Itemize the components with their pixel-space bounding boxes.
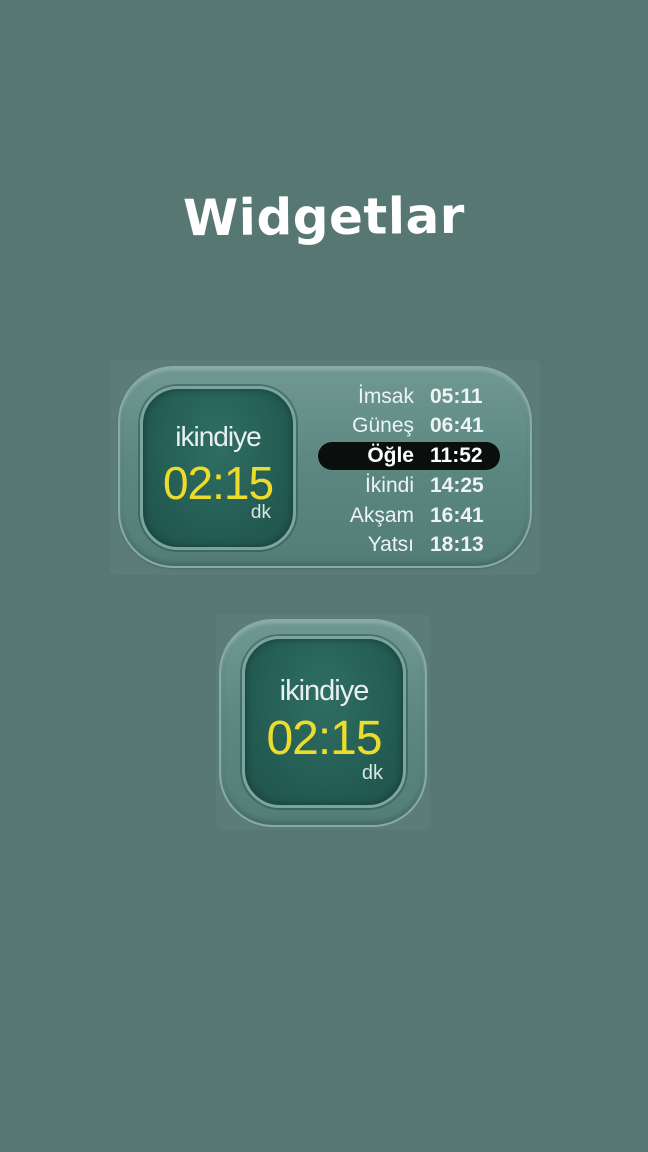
wide-widget-preview[interactable]: ikindiye 02:15 dk İmsak 05:11 Güneş 06:4… bbox=[118, 366, 532, 568]
prayer-name: Güneş bbox=[352, 414, 414, 437]
prayer-time: 16:41 bbox=[430, 504, 484, 527]
prayer-time-row-gunes: Güneş 06:41 bbox=[316, 411, 502, 441]
page-title: Widgetlar bbox=[182, 186, 466, 248]
countdown-label: ikindiye bbox=[279, 675, 370, 707]
prayer-name: Akşam bbox=[349, 504, 414, 527]
prayer-time: 14:25 bbox=[430, 474, 484, 497]
screen: Widgetlar ikindiye 02:15 dk İmsak 05:11 … bbox=[0, 0, 648, 1152]
countdown-panel: ikindiye 02:15 dk bbox=[242, 636, 406, 808]
prayer-times-list: İmsak 05:11 Güneş 06:41 Öğle 11:52 İkind… bbox=[316, 382, 502, 562]
prayer-name: İkindi bbox=[364, 474, 414, 497]
prayer-time: 11:52 bbox=[430, 444, 483, 467]
prayer-time-row-ikindi: İkindi 14:25 bbox=[316, 471, 502, 501]
prayer-time-row-imsak: İmsak 05:11 bbox=[316, 382, 502, 412]
countdown-unit: dk bbox=[361, 762, 383, 784]
prayer-name: Öğle bbox=[367, 444, 414, 467]
prayer-time: 05:11 bbox=[430, 385, 483, 408]
prayer-time: 06:41 bbox=[430, 414, 484, 437]
prayer-name: İmsak bbox=[357, 385, 414, 408]
countdown-time: 02:15 bbox=[266, 712, 382, 765]
prayer-name: Yatsı bbox=[367, 533, 414, 556]
prayer-time-row-aksam: Akşam 16:41 bbox=[316, 501, 502, 531]
countdown-panel: ikindiye 02:15 dk bbox=[140, 386, 296, 550]
countdown-label: ikindiye bbox=[175, 421, 261, 452]
prayer-time: 18:13 bbox=[430, 533, 484, 556]
countdown-unit: dk bbox=[250, 502, 271, 523]
square-widget-preview[interactable]: ikindiye 02:15 dk bbox=[219, 619, 427, 827]
prayer-time-row-ogle-active: Öğle 11:52 bbox=[316, 441, 502, 471]
prayer-time-row-yatsi: Yatsı 18:13 bbox=[316, 530, 502, 560]
